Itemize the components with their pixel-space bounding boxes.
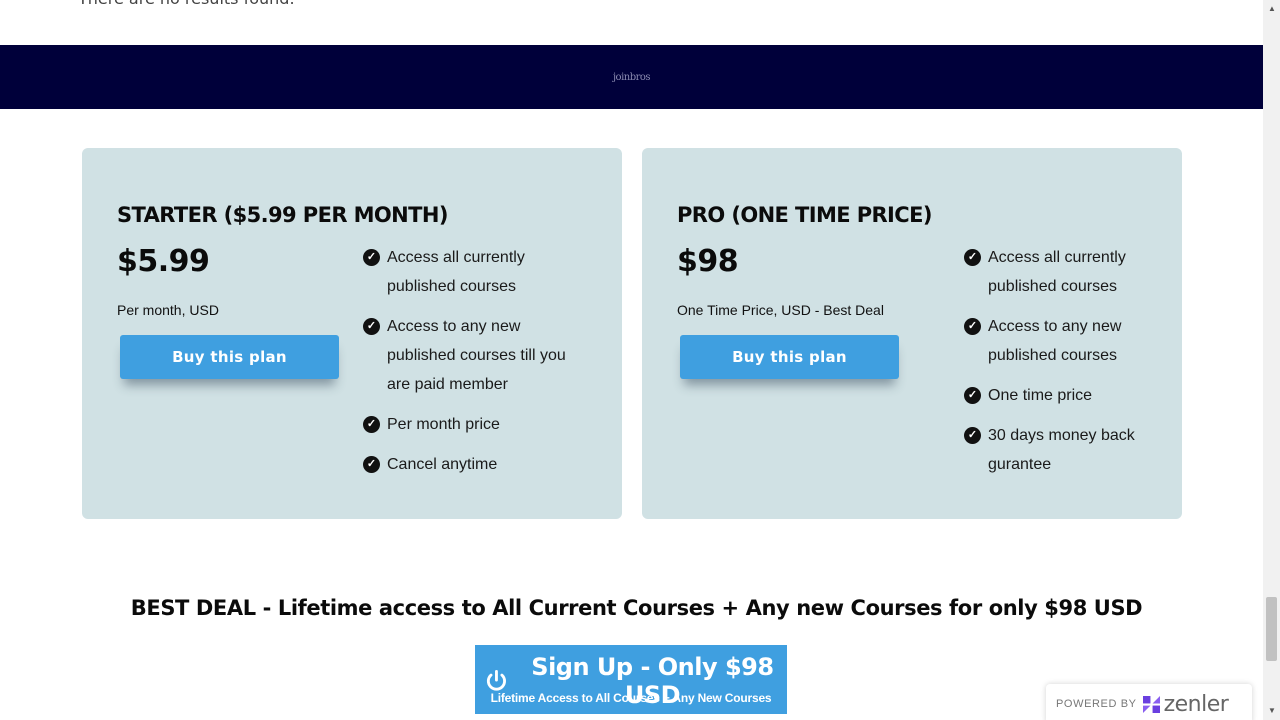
plan-price: $5.99 [117,244,210,279]
plan-card-pro: PRO (ONE TIME PRICE) $98 One Time Price,… [642,148,1182,519]
banner-logo: joinbros [612,71,651,83]
feature-text: Access all currently published courses [387,249,525,295]
plan-subtitle: Per month, USD [117,302,219,318]
plan-price: $98 [677,244,739,279]
powered-by-badge[interactable]: POWERED BY zenler [1046,684,1252,720]
scroll-up-arrow-icon[interactable]: ▲ [1268,4,1276,13]
feature-text: Access to any new published courses [988,318,1122,364]
banner: joinbros [0,45,1263,109]
feature-item: ✓ Per month price [363,410,593,439]
feature-item: ✓ One time price [964,381,1154,410]
check-circle-icon: ✓ [964,318,981,335]
feature-item: ✓ Cancel anytime [363,450,593,479]
feature-text: One time price [988,387,1093,404]
feature-item: ✓ 30 days money back gurantee [964,421,1154,479]
feature-list: ✓ Access all currently published courses … [363,243,593,490]
powered-by-label: POWERED BY [1056,698,1137,710]
check-circle-icon: ✓ [964,387,981,404]
feature-list: ✓ Access all currently published courses … [964,243,1154,490]
zenler-logo-icon [1142,695,1160,713]
scroll-down-arrow-icon[interactable]: ▼ [1268,706,1276,715]
feature-text: Access all currently published courses [988,249,1126,295]
check-circle-icon: ✓ [964,427,981,444]
check-circle-icon: ✓ [363,318,380,335]
buy-plan-button-starter[interactable]: Buy this plan [120,335,339,379]
feature-text: 30 days money back gurantee [988,427,1135,473]
check-circle-icon: ✓ [363,249,380,266]
signup-button[interactable]: Sign Up - Only $98 USD Lifetime Access t… [475,645,787,714]
feature-item: ✓ Access all currently published courses [363,243,593,301]
check-circle-icon: ✓ [964,249,981,266]
signup-subtitle: Lifetime Access to All Courses + Any New… [490,691,772,705]
feature-text: Access to any new published courses till… [387,318,566,393]
feature-item: ✓ Access to any new published courses [964,312,1154,370]
feature-text: Per month price [387,416,500,433]
buy-plan-button-pro[interactable]: Buy this plan [680,335,899,379]
plan-title: STARTER ($5.99 PER MONTH) [117,203,448,227]
scrollbar[interactable]: ▲ ▼ [1263,0,1280,720]
best-deal-heading: BEST DEAL - Lifetime access to All Curre… [130,596,1143,620]
plan-card-starter: STARTER ($5.99 PER MONTH) $5.99 Per mont… [82,148,622,519]
plan-title: PRO (ONE TIME PRICE) [677,203,932,227]
feature-item: ✓ Access all currently published courses [964,243,1154,301]
check-circle-icon: ✓ [363,416,380,433]
check-circle-icon: ✓ [363,456,380,473]
feature-item: ✓ Access to any new published courses til… [363,312,593,399]
no-results-text: There are no results found. [78,0,295,8]
zenler-brand: zenler [1163,691,1229,717]
feature-text: Cancel anytime [387,456,498,473]
scroll-thumb[interactable] [1266,597,1277,661]
plan-subtitle: One Time Price, USD - Best Deal [677,302,884,318]
